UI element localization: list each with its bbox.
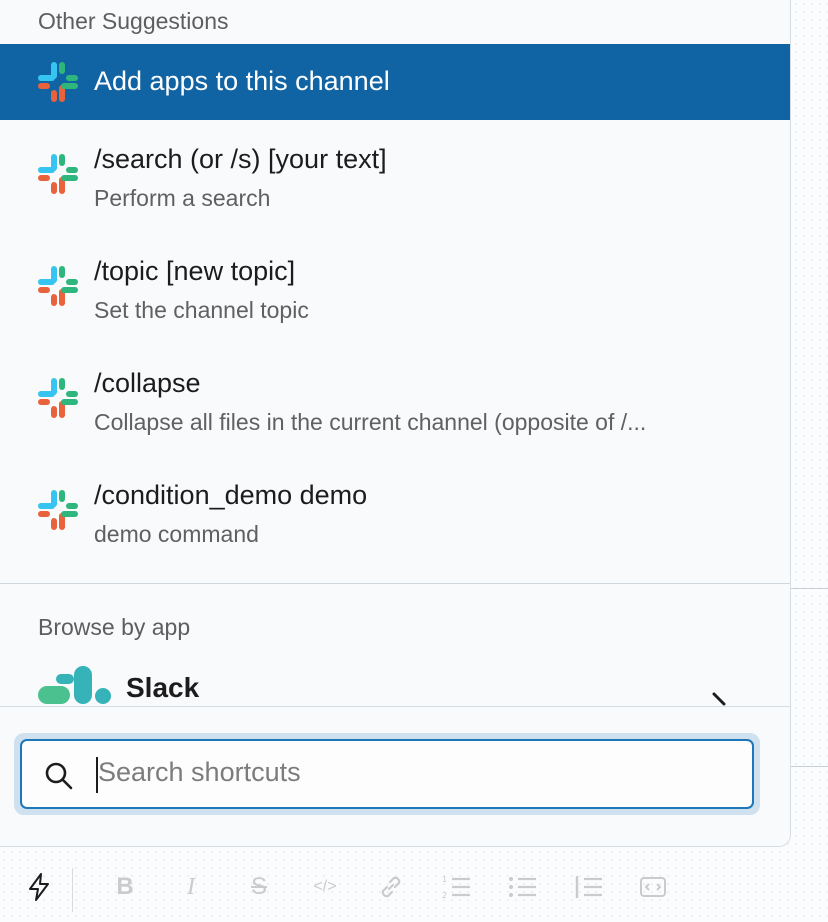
suggestion-collapse[interactable]: /collapse Collapse all files in the curr… bbox=[0, 366, 790, 442]
search-area: Search shortcuts bbox=[0, 706, 790, 846]
section-divider bbox=[0, 583, 790, 584]
section-header-other-suggestions: Other Suggestions bbox=[38, 8, 229, 34]
suggestion-desc: demo command bbox=[94, 521, 259, 547]
suggestion-title: /topic [new topic] bbox=[94, 256, 296, 286]
bulleted-list-icon[interactable] bbox=[506, 870, 540, 904]
slack-app-logo-icon bbox=[38, 666, 111, 704]
browse-app-slack[interactable]: Slack bbox=[0, 660, 790, 710]
suggestion-desc: Perform a search bbox=[94, 185, 271, 211]
shortcuts-menu: Other Suggestions Add apps to this chann… bbox=[0, 0, 791, 847]
divider-line bbox=[790, 766, 828, 767]
app-name: Slack bbox=[126, 672, 200, 703]
svg-text:1: 1 bbox=[442, 875, 447, 884]
suggestion-title: /search (or /s) [your text] bbox=[94, 144, 387, 174]
section-header-browse-by-app: Browse by app bbox=[38, 614, 191, 640]
suggestion-topic[interactable]: /topic [new topic] Set the channel topic bbox=[0, 254, 790, 330]
suggestion-title: /condition_demo demo bbox=[94, 480, 368, 510]
suggestion-title: Add apps to this channel bbox=[94, 66, 390, 96]
search-input[interactable]: Search shortcuts bbox=[20, 739, 754, 809]
suggestion-desc: Set the channel topic bbox=[94, 297, 309, 323]
code-icon[interactable]: </> bbox=[308, 870, 342, 904]
formatting-toolbar: B I S </> 12 bbox=[0, 858, 828, 918]
ordered-list-icon[interactable]: 12 bbox=[440, 870, 474, 904]
search-placeholder: Search shortcuts bbox=[98, 757, 301, 787]
suggestion-search[interactable]: /search (or /s) [your text] Perform a se… bbox=[0, 142, 790, 218]
slack-logo-icon bbox=[38, 154, 78, 194]
italic-icon[interactable]: I bbox=[174, 870, 208, 904]
suggestion-desc: Collapse all files in the current channe… bbox=[94, 409, 647, 435]
suggestion-title: /collapse bbox=[94, 368, 201, 398]
link-icon[interactable] bbox=[374, 870, 408, 904]
search-icon bbox=[45, 762, 73, 790]
svg-text:2: 2 bbox=[442, 891, 447, 900]
divider-line bbox=[790, 588, 828, 589]
suggestion-condition-demo[interactable]: /condition_demo demo demo command bbox=[0, 478, 790, 554]
slack-logo-icon bbox=[38, 378, 78, 418]
code-block-icon[interactable] bbox=[636, 870, 670, 904]
search-focus-ring: Search shortcuts bbox=[14, 733, 760, 815]
suggestion-add-apps[interactable]: Add apps to this channel bbox=[0, 44, 790, 120]
lightning-icon[interactable] bbox=[22, 870, 56, 904]
slack-logo-icon bbox=[38, 490, 78, 530]
slack-logo-icon bbox=[38, 62, 78, 102]
strikethrough-icon[interactable]: S bbox=[242, 870, 276, 904]
blockquote-icon[interactable] bbox=[572, 870, 606, 904]
bold-icon[interactable]: B bbox=[108, 870, 142, 904]
toolbar-separator bbox=[72, 868, 73, 912]
slack-logo-icon bbox=[38, 266, 78, 306]
